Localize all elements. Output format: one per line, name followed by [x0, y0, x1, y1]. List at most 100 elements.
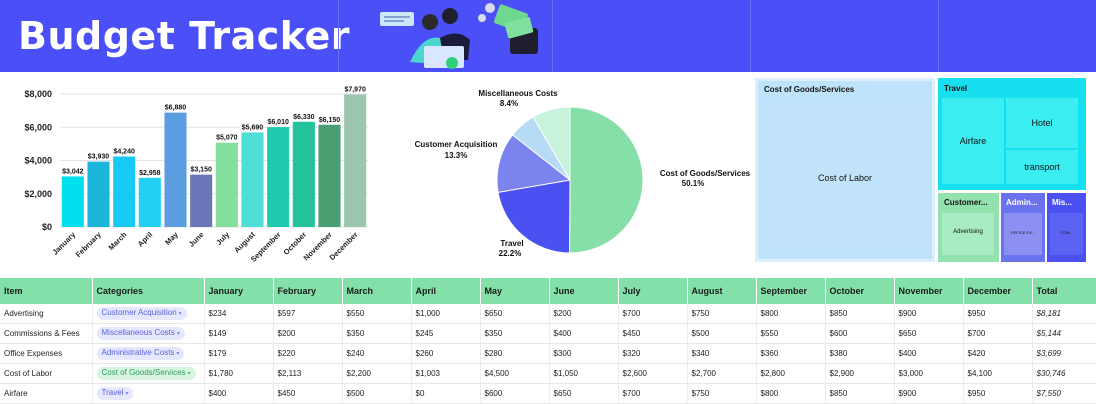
month-value-cell[interactable]: $360 — [756, 343, 826, 364]
month-value-cell[interactable]: $650 — [549, 383, 619, 404]
category-cell[interactable]: Miscellaneous Costs ▾ — [92, 323, 205, 344]
month-value-cell[interactable]: $850 — [825, 304, 895, 324]
month-value-cell[interactable]: $280 — [480, 343, 550, 364]
column-header[interactable]: November — [894, 278, 964, 304]
month-value-cell[interactable]: $900 — [894, 383, 964, 404]
month-value-cell[interactable]: $2,900 — [825, 363, 895, 384]
item-cell[interactable]: Commissions & Fees — [0, 323, 93, 344]
month-value-cell[interactable]: $450 — [273, 383, 343, 404]
month-value-cell[interactable]: $2,600 — [618, 363, 688, 384]
category-chip[interactable]: Travel ▾ — [96, 387, 134, 400]
month-value-cell[interactable]: $380 — [825, 343, 895, 364]
month-value-cell[interactable]: $950 — [963, 304, 1033, 324]
month-value-cell[interactable]: $550 — [342, 304, 412, 324]
category-chip[interactable]: Customer Acquisition ▾ — [96, 307, 187, 320]
item-cell[interactable]: Office Expenses — [0, 343, 93, 364]
column-header[interactable]: July — [618, 278, 688, 304]
month-value-cell[interactable]: $300 — [549, 343, 619, 364]
month-value-cell[interactable]: $650 — [480, 304, 550, 324]
category-cell[interactable]: Travel ▾ — [92, 383, 205, 404]
total-cell[interactable]: $5,144 — [1032, 323, 1096, 344]
month-value-cell[interactable]: $1,780 — [204, 363, 274, 384]
month-value-cell[interactable]: $2,800 — [756, 363, 826, 384]
category-chip[interactable]: Miscellaneous Costs ▾ — [96, 327, 185, 340]
month-value-cell[interactable]: $700 — [618, 304, 688, 324]
category-cell[interactable]: Cost of Goods/Services ▾ — [92, 363, 205, 384]
column-header[interactable]: February — [273, 278, 343, 304]
month-value-cell[interactable]: $400 — [549, 323, 619, 344]
month-value-cell[interactable]: $1,050 — [549, 363, 619, 384]
month-value-cell[interactable]: $750 — [687, 383, 757, 404]
table-row[interactable]: Cost of Labor Cost of Goods/Services ▾ $1,7… — [0, 363, 1096, 384]
total-cell[interactable]: $30,746 — [1032, 363, 1096, 384]
month-value-cell[interactable]: $200 — [273, 323, 343, 344]
month-value-cell[interactable]: $3,000 — [894, 363, 964, 384]
month-value-cell[interactable]: $220 — [273, 343, 343, 364]
month-value-cell[interactable]: $800 — [756, 383, 826, 404]
column-header[interactable]: May — [480, 278, 550, 304]
column-header[interactable]: March — [342, 278, 412, 304]
month-value-cell[interactable]: $179 — [204, 343, 274, 364]
column-header[interactable]: December — [963, 278, 1033, 304]
column-header[interactable]: October — [825, 278, 895, 304]
total-cell[interactable]: $3,699 — [1032, 343, 1096, 364]
month-value-cell[interactable]: $500 — [687, 323, 757, 344]
month-value-cell[interactable]: $450 — [618, 323, 688, 344]
table-row[interactable]: Commissions & Fees Miscellaneous Costs ▾ $1… — [0, 323, 1096, 344]
month-value-cell[interactable]: $200 — [549, 304, 619, 324]
item-cell[interactable]: Advertising — [0, 304, 93, 324]
month-value-cell[interactable]: $900 — [894, 304, 964, 324]
column-header[interactable]: April — [411, 278, 481, 304]
month-value-cell[interactable]: $245 — [411, 323, 481, 344]
month-value-cell[interactable]: $1,003 — [411, 363, 481, 384]
month-value-cell[interactable]: $320 — [618, 343, 688, 364]
item-cell[interactable]: Airfare — [0, 383, 93, 404]
month-value-cell[interactable]: $0 — [411, 383, 481, 404]
table-row[interactable]: Airfare Travel ▾ $400 $450 $500 $0 $600 $650 $700… — [0, 383, 1096, 404]
month-value-cell[interactable]: $800 — [756, 304, 826, 324]
month-value-cell[interactable]: $240 — [342, 343, 412, 364]
month-value-cell[interactable]: $950 — [963, 383, 1033, 404]
month-value-cell[interactable]: $550 — [756, 323, 826, 344]
category-cell[interactable]: Customer Acquisition ▾ — [92, 304, 205, 324]
month-value-cell[interactable]: $149 — [204, 323, 274, 344]
month-value-cell[interactable]: $500 — [342, 383, 412, 404]
month-value-cell[interactable]: $420 — [963, 343, 1033, 364]
month-value-cell[interactable]: $260 — [411, 343, 481, 364]
month-value-cell[interactable]: $4,500 — [480, 363, 550, 384]
total-cell[interactable]: $8,181 — [1032, 304, 1096, 324]
item-cell[interactable]: Cost of Labor — [0, 363, 93, 384]
month-value-cell[interactable]: $600 — [825, 323, 895, 344]
month-value-cell[interactable]: $700 — [618, 383, 688, 404]
column-header[interactable]: Categories — [92, 278, 205, 304]
month-value-cell[interactable]: $2,200 — [342, 363, 412, 384]
column-header[interactable]: January — [204, 278, 274, 304]
column-header[interactable]: August — [687, 278, 757, 304]
month-value-cell[interactable]: $2,700 — [687, 363, 757, 384]
column-header[interactable]: Total — [1032, 278, 1096, 304]
column-header[interactable]: Item — [0, 278, 93, 304]
month-value-cell[interactable]: $4,100 — [963, 363, 1033, 384]
month-value-cell[interactable]: $600 — [480, 383, 550, 404]
table-row[interactable]: Office Expenses Administrative Costs ▾ $179… — [0, 343, 1096, 364]
category-chip[interactable]: Cost of Goods/Services ▾ — [96, 367, 196, 380]
month-value-cell[interactable]: $700 — [963, 323, 1033, 344]
month-value-cell[interactable]: $234 — [204, 304, 274, 324]
month-value-cell[interactable]: $400 — [894, 343, 964, 364]
month-value-cell[interactable]: $400 — [204, 383, 274, 404]
table-row[interactable]: Advertising Customer Acquisition ▾ $234 $597… — [0, 304, 1096, 324]
month-value-cell[interactable]: $2,113 — [273, 363, 343, 384]
month-value-cell[interactable]: $597 — [273, 304, 343, 324]
month-value-cell[interactable]: $340 — [687, 343, 757, 364]
total-cell[interactable]: $7,550 — [1032, 383, 1096, 404]
month-value-cell[interactable]: $350 — [480, 323, 550, 344]
column-header[interactable]: June — [549, 278, 619, 304]
month-value-cell[interactable]: $850 — [825, 383, 895, 404]
month-value-cell[interactable]: $650 — [894, 323, 964, 344]
category-chip[interactable]: Administrative Costs ▾ — [96, 347, 185, 360]
month-value-cell[interactable]: $1,000 — [411, 304, 481, 324]
category-cell[interactable]: Administrative Costs ▾ — [92, 343, 205, 364]
month-value-cell[interactable]: $350 — [342, 323, 412, 344]
column-header[interactable]: September — [756, 278, 826, 304]
month-value-cell[interactable]: $750 — [687, 304, 757, 324]
